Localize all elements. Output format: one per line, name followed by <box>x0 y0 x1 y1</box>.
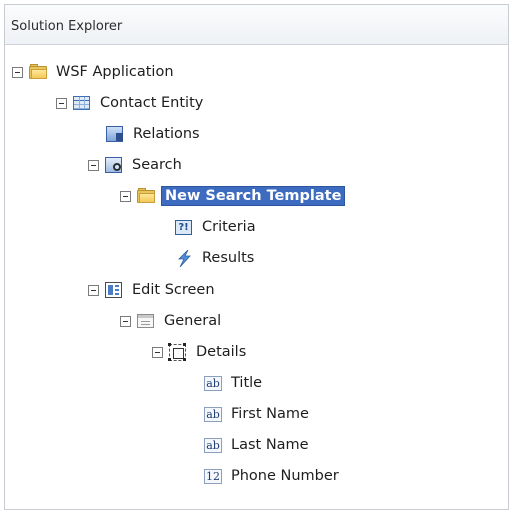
tree-node-label: Last Name <box>231 437 309 453</box>
tree-node-relations[interactable]: Relations <box>106 123 203 145</box>
collapse-toggle-icon[interactable] <box>88 284 99 296</box>
panel-title: Solution Explorer <box>11 19 123 34</box>
tree-node-label: Title <box>231 375 263 391</box>
tree-node-details[interactable]: Details <box>152 341 249 363</box>
tree-node-field-last-name[interactable]: ab Last Name <box>204 434 312 456</box>
solution-explorer-panel: Solution Explorer WSF Application Contac… <box>4 4 509 510</box>
tree-node-label: Edit Screen <box>132 282 215 298</box>
lightning-icon <box>175 250 193 267</box>
tree-node-label-selected: New Search Template <box>161 186 346 206</box>
tree-node-label: First Name <box>231 406 309 422</box>
panel-header: Solution Explorer <box>5 5 508 45</box>
tree-node-label: Search <box>132 157 182 173</box>
tree-node-wsf-application[interactable]: WSF Application <box>12 61 177 83</box>
form-section-icon <box>137 313 155 329</box>
details-frame-icon <box>168 343 187 361</box>
tree-node-label: WSF Application <box>56 64 174 80</box>
tree-node-label: Relations <box>133 126 200 142</box>
tree-node-edit-screen[interactable]: Edit Screen <box>88 279 218 301</box>
screen-layout-icon <box>105 282 123 298</box>
folder-icon <box>137 188 155 204</box>
collapse-toggle-icon[interactable] <box>120 315 131 327</box>
tree-node-contact-entity[interactable]: Contact Entity <box>56 92 206 114</box>
tree-node-label: General <box>164 313 222 329</box>
tree-node-search[interactable]: Search <box>88 154 185 176</box>
collapse-toggle-icon[interactable] <box>120 190 131 202</box>
tree-node-label: Results <box>202 250 255 266</box>
tree-node-field-title[interactable]: ab Title <box>204 372 265 394</box>
text-field-icon: ab <box>204 375 222 391</box>
numeric-field-icon: 12 <box>204 469 222 484</box>
relations-icon <box>106 126 124 142</box>
search-icon <box>105 157 123 173</box>
criteria-icon: ?! <box>175 219 193 235</box>
tree-node-new-search-template[interactable]: New Search Template <box>120 185 346 207</box>
folder-icon <box>29 64 47 80</box>
tree-node-field-phone-number[interactable]: 12 Phone Number <box>204 465 342 487</box>
tree-node-results[interactable]: Results <box>175 247 257 269</box>
tree-node-general[interactable]: General <box>120 310 224 332</box>
collapse-toggle-icon[interactable] <box>152 346 163 358</box>
tree-node-label: Criteria <box>202 219 256 235</box>
tree-node-label: Contact Entity <box>100 95 204 111</box>
entity-grid-icon <box>73 95 91 111</box>
collapse-toggle-icon[interactable] <box>56 97 67 109</box>
tree-node-field-first-name[interactable]: ab First Name <box>204 403 312 425</box>
collapse-toggle-icon[interactable] <box>88 159 99 171</box>
collapse-toggle-icon[interactable] <box>12 66 23 78</box>
text-field-icon: ab <box>204 406 222 422</box>
tree-node-criteria[interactable]: ?! Criteria <box>175 216 259 238</box>
tree-node-label: Details <box>196 344 247 360</box>
tree-node-label: Phone Number <box>231 468 339 484</box>
text-field-icon: ab <box>204 437 222 453</box>
